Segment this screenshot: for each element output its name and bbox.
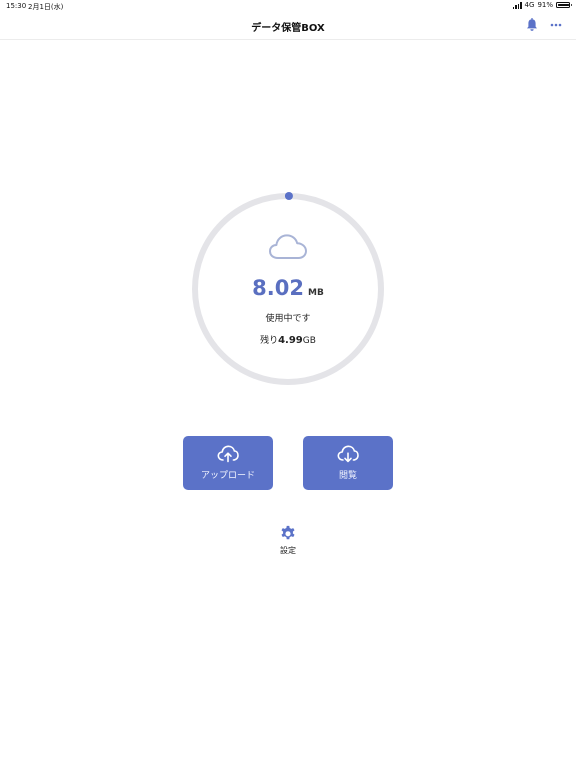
view-button[interactable]: 閲覧 — [303, 436, 393, 490]
cloud-upload-icon — [217, 445, 239, 463]
more-icon[interactable] — [550, 23, 562, 27]
battery-icon — [556, 2, 572, 8]
gear-icon — [281, 525, 295, 540]
settings-button[interactable]: 設定 — [268, 524, 308, 560]
upload-button[interactable]: アップロード — [183, 436, 273, 490]
remaining-prefix: 残り — [260, 336, 279, 346]
used-storage: 8.02 MB — [0, 278, 576, 299]
cloud-icon — [269, 234, 307, 259]
signal-icon — [512, 2, 522, 9]
bell-icon[interactable] — [526, 18, 538, 32]
network-type: 4G — [524, 1, 535, 9]
remaining-unit: GB — [302, 336, 316, 346]
status-time: 15:30 — [6, 2, 27, 10]
ring-progress-knob — [284, 192, 293, 201]
page-title: データ保管BOX — [251, 23, 325, 34]
app-screen: 15:30 2月1日(水) 4G 91% データ保管BOX 8.02 MB 使用… — [0, 0, 576, 768]
settings-label: 設定 — [280, 546, 296, 555]
status-bar: 15:30 2月1日(水) 4G 91% — [0, 0, 576, 12]
status-indicators: 4G 91% — [512, 1, 572, 9]
upload-button-label: アップロード — [200, 471, 255, 481]
cloud-download-icon — [337, 445, 359, 463]
status-date: 2月1日(水) — [28, 3, 64, 11]
remaining-value: 4.99 — [278, 335, 303, 346]
battery-fill — [558, 4, 569, 6]
navigation-bar: データ保管BOX — [0, 12, 576, 40]
remaining-storage: 残り4.99GB — [0, 333, 576, 346]
view-button-label: 閲覧 — [338, 471, 357, 481]
battery-percent: 91% — [537, 1, 553, 9]
used-storage-unit: MB — [308, 288, 324, 298]
used-storage-label: 使用中です — [265, 314, 311, 324]
used-storage-value: 8.02 — [252, 276, 304, 300]
